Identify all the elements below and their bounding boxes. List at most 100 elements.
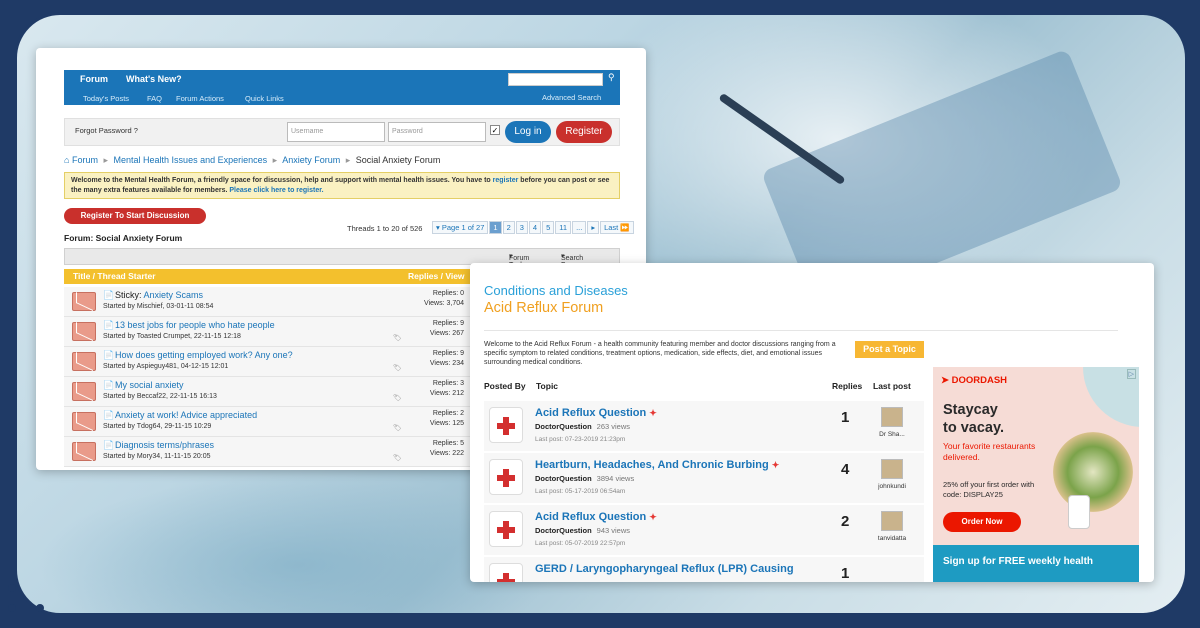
post-topic-button[interactable]: Post a Topic — [855, 341, 924, 358]
thread-title-link[interactable]: Anxiety at work! Advice appreciated — [115, 410, 257, 420]
avatar[interactable] — [881, 511, 903, 531]
nav-forum-actions[interactable]: Forum Actions — [176, 94, 224, 103]
document-icon: 📄 — [103, 350, 115, 360]
thread-title-link[interactable]: My social anxiety — [115, 380, 184, 390]
register-button[interactable]: Register — [556, 121, 612, 143]
nav-faq[interactable]: FAQ — [147, 94, 162, 103]
nav-tab-forum[interactable]: Forum — [80, 74, 108, 84]
new-star-icon: ✦ — [649, 512, 657, 522]
login-button[interactable]: Log in — [505, 121, 551, 143]
topic-row[interactable]: Acid Reflux Question ✦ DoctorQuestion 263 v… — [484, 401, 924, 451]
document-icon: 📄 — [103, 410, 115, 420]
topic-title-link[interactable]: Heartburn, Headaches, And Chronic Burbin… — [535, 459, 779, 471]
advanced-search-link[interactable]: Advanced Search — [542, 93, 601, 102]
username-field[interactable]: Username — [287, 122, 385, 142]
document-icon: 📄 — [103, 320, 115, 330]
header-replies[interactable]: Replies / View — [408, 271, 465, 281]
topic-replies: 4 — [841, 461, 850, 478]
envelope-icon — [72, 352, 96, 371]
breadcrumb: ⌂ Forum ▸ Mental Health Issues and Exper… — [64, 155, 441, 165]
document-icon: 📄 — [103, 440, 115, 450]
notice-click-here-link[interactable]: Please click here to register. — [229, 187, 323, 194]
order-now-button[interactable]: Order Now — [943, 512, 1021, 532]
ad-promo: 25% off your first order with code: DISP… — [943, 480, 1035, 499]
forum-tools-menu[interactable]: Forum Tools▾ — [509, 252, 529, 269]
thread-title-link[interactable]: Sticky: Anxiety Scams — [115, 290, 203, 300]
topic-author[interactable]: DoctorQuestion — [535, 474, 592, 483]
topic-title-link[interactable]: Acid Reflux Question ✦ — [535, 407, 657, 419]
breadcrumb-forum[interactable]: Forum — [72, 155, 98, 165]
register-to-start-discussion-button[interactable]: Register To Start Discussion — [64, 208, 206, 224]
notice-text: Welcome to the Mental Health Forum, a fr… — [71, 177, 491, 184]
thread-title-link[interactable]: How does getting employed work? Any one? — [115, 350, 293, 360]
remember-me-checkbox[interactable]: ✓ — [490, 125, 500, 135]
pager-page-2[interactable]: 2 — [502, 221, 515, 234]
pager-page-4[interactable]: 4 — [528, 221, 542, 234]
nav-todays-posts[interactable]: Today's Posts — [83, 94, 129, 103]
thread-starter: Started by Toasted Crumpet, 22-11-15 12:… — [103, 333, 241, 340]
search-forum-menu[interactable]: Search Forum▾ — [561, 252, 583, 269]
topic-row[interactable]: Acid Reflux Question ✦ DoctorQuestion 943 v… — [484, 505, 924, 555]
breadcrumb-anxiety-forum[interactable]: Anxiety Forum — [282, 155, 340, 165]
thread-title[interactable]: 13 best jobs for people who hate people — [115, 320, 275, 330]
topic-author[interactable]: DoctorQuestion — [535, 526, 592, 535]
thread-views: Views: 125 — [429, 420, 464, 427]
topic-last-post-date: Last post: 07-23-2019 21:23pm — [535, 436, 626, 443]
pager-page-label[interactable]: ▾ Page 1 of 27 — [432, 221, 489, 234]
pager-page-11[interactable]: 11 — [555, 221, 572, 234]
doordash-ad[interactable]: ➤ DOORDASH ▷ Staycay to vacay. Your favor… — [933, 367, 1139, 582]
avatar[interactable] — [881, 459, 903, 479]
forgot-password-link[interactable]: Forgot Password ? — [75, 126, 138, 135]
search-icon[interactable]: ⚲ — [608, 72, 615, 83]
thread-title[interactable]: Diagnosis terms/phrases — [115, 440, 214, 450]
thread-starter: Started by Tdog64, 29-11-15 10:29 — [103, 423, 212, 430]
thread-replies: Replies: 9 — [432, 320, 464, 327]
medical-cross-icon — [489, 511, 523, 547]
pager-page-3[interactable]: 3 — [515, 221, 528, 234]
thread-replies: Replies: 3 — [432, 380, 464, 387]
pager-page-5[interactable]: 5 — [542, 221, 555, 234]
pagination: ▾ Page 1 of 27 1 2 3 4 5 11 ... ▸ Last ⏩ — [432, 221, 634, 234]
category-link[interactable]: Conditions and Diseases — [484, 283, 628, 298]
thread-title[interactable]: Anxiety Scams — [144, 290, 204, 300]
thread-title[interactable]: My social anxiety — [115, 380, 184, 390]
document-icon: 📄 — [103, 380, 115, 390]
topic-last-post-date: Last post: 05-17-2019 06:54am — [535, 488, 626, 495]
topic-replies: 1 — [841, 565, 850, 582]
topic-row[interactable]: Heartburn, Headaches, And Chronic Burbin… — [484, 453, 924, 503]
home-icon[interactable]: ⌂ — [64, 155, 69, 165]
password-field[interactable]: Password — [388, 122, 486, 142]
avatar[interactable] — [881, 407, 903, 427]
ad-info-icon[interactable]: ▷ — [1126, 369, 1136, 379]
notice-register-link[interactable]: register — [493, 177, 519, 184]
envelope-icon — [72, 322, 96, 341]
tag-icon: 🏷 — [393, 395, 402, 402]
forum-navbar: Forum What's New? Today's Posts FAQ Foru… — [64, 70, 620, 105]
topic-title-link[interactable]: Acid Reflux Question ✦ — [535, 511, 657, 523]
pager-page-1[interactable]: 1 — [489, 221, 502, 234]
nav-tab-whats-new[interactable]: What's New? — [126, 74, 182, 84]
topic-author[interactable]: DoctorQuestion — [535, 422, 592, 431]
newsletter-banner[interactable]: Sign up for FREE weekly health — [933, 545, 1139, 582]
forum-title: Forum: Social Anxiety Forum — [64, 233, 183, 243]
last-post-user[interactable]: johnkundi — [869, 483, 915, 490]
envelope-icon — [72, 412, 96, 431]
topic-row[interactable]: GERD / Laryngopharyngeal Reflux (LPR) Ca… — [484, 557, 924, 582]
last-post-user[interactable]: tanvidatta — [869, 535, 915, 542]
thread-title-link[interactable]: 13 best jobs for people who hate people — [115, 320, 275, 330]
forum-search-input[interactable] — [508, 73, 603, 86]
thread-title[interactable]: Anxiety at work! Advice appreciated — [115, 410, 257, 420]
pager-last[interactable]: Last ⏩ — [600, 221, 634, 234]
document-icon: 📄 — [103, 290, 115, 300]
breadcrumb-mental-health[interactable]: Mental Health Issues and Experiences — [114, 155, 268, 165]
medical-cross-icon — [489, 459, 523, 495]
last-post-user[interactable]: Dr Sha... — [869, 431, 915, 438]
pager-next-icon[interactable]: ▸ — [587, 221, 600, 234]
header-title[interactable]: Title / Thread Starter — [73, 271, 156, 281]
topic-title-link[interactable]: GERD / Laryngopharyngeal Reflux (LPR) Ca… — [535, 563, 794, 575]
thread-title[interactable]: How does getting employed work? Any one? — [115, 350, 293, 360]
thread-views: Views: 234 — [429, 360, 464, 367]
thread-starter: Started by Mory34, 11-11-15 20:05 — [103, 453, 211, 460]
nav-quick-links[interactable]: Quick Links — [245, 94, 284, 103]
thread-title-link[interactable]: Diagnosis terms/phrases — [115, 440, 214, 450]
